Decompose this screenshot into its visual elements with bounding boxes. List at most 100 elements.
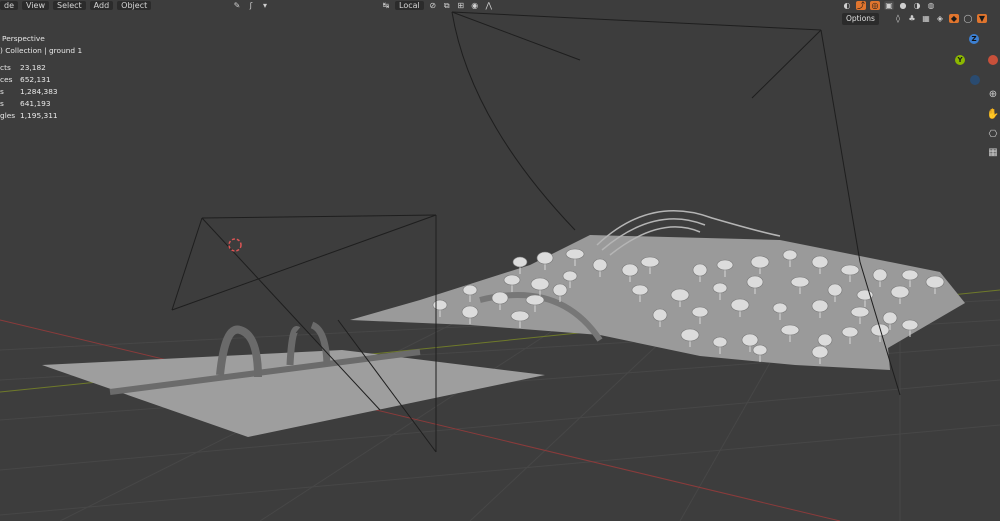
- shading-render-icon[interactable]: ◍: [926, 1, 936, 10]
- collection-label: ) Collection | ground 1: [0, 46, 83, 55]
- tree[interactable]: [461, 305, 479, 319]
- render-icon[interactable]: ◈: [935, 14, 945, 23]
- menu-object[interactable]: Object: [117, 0, 152, 10]
- tree[interactable]: [692, 263, 708, 277]
- orientation-icon: ↹: [382, 0, 390, 10]
- tree[interactable]: [811, 345, 829, 359]
- pivot-icon[interactable]: ⊘: [428, 1, 438, 10]
- tree[interactable]: [901, 319, 919, 331]
- tree[interactable]: [670, 288, 690, 302]
- snap-icon[interactable]: ⧉: [442, 1, 452, 10]
- tree[interactable]: [782, 249, 798, 261]
- tree[interactable]: [790, 276, 810, 288]
- tree[interactable]: [780, 324, 800, 336]
- tree[interactable]: [890, 285, 910, 299]
- pattern-icon[interactable]: ▦: [921, 14, 931, 23]
- tree[interactable]: [565, 248, 585, 260]
- tree-icon[interactable]: ♣: [907, 14, 917, 23]
- tree[interactable]: [746, 275, 764, 289]
- gizmo-z[interactable]: Z: [969, 34, 979, 44]
- tree[interactable]: [640, 256, 660, 268]
- tree[interactable]: [491, 291, 509, 305]
- tree[interactable]: [652, 308, 668, 322]
- tree[interactable]: [882, 311, 898, 325]
- stat-objects: cts 23,182: [0, 63, 46, 72]
- camera-icon[interactable]: ⎔: [986, 128, 1000, 142]
- mode-dropdown[interactable]: de: [0, 0, 18, 10]
- tree[interactable]: [510, 310, 530, 322]
- tree[interactable]: [716, 259, 734, 271]
- tree[interactable]: [772, 302, 788, 314]
- tree[interactable]: [621, 263, 639, 277]
- tree[interactable]: [730, 298, 750, 312]
- circle-icon[interactable]: ◯: [963, 14, 973, 23]
- tree[interactable]: [752, 344, 768, 356]
- gizmo-y[interactable]: Y: [955, 55, 965, 65]
- tree[interactable]: [680, 328, 700, 342]
- tree[interactable]: [811, 299, 829, 313]
- tree[interactable]: [840, 264, 860, 276]
- tree[interactable]: [525, 294, 545, 306]
- tree[interactable]: [562, 270, 578, 282]
- eyedropper-icon[interactable]: ✎: [232, 1, 242, 10]
- tree[interactable]: [872, 268, 888, 282]
- viewport-stats: Perspective ) Collection | ground 1 cts 2…: [0, 33, 82, 122]
- shield-icon[interactable]: ◆: [949, 13, 959, 23]
- gizmo-neg-z[interactable]: [970, 75, 980, 85]
- falloff-icon[interactable]: ⋀: [484, 1, 494, 10]
- tree[interactable]: [741, 333, 759, 347]
- menu-view[interactable]: View: [22, 0, 49, 10]
- tree[interactable]: [691, 306, 709, 318]
- hand-icon[interactable]: ✋: [986, 108, 1000, 122]
- zoom-icon[interactable]: ⊕: [986, 88, 1000, 102]
- options-button[interactable]: Options: [842, 13, 879, 25]
- stat-edges: s 1,284,383: [0, 87, 58, 96]
- orientation-dropdown[interactable]: Local: [395, 0, 424, 10]
- menu-select[interactable]: Select: [52, 0, 86, 10]
- tree[interactable]: [462, 284, 478, 296]
- scene-view[interactable]: [0, 0, 1000, 521]
- funnel-icon[interactable]: ▼: [977, 13, 987, 23]
- filter-row: ◊ ♣ ▦ ◈ ◆ ◯ ▼: [893, 13, 987, 23]
- tree[interactable]: [901, 269, 919, 281]
- stat-vertices: ces 652,131: [0, 75, 51, 84]
- tree[interactable]: [811, 255, 829, 269]
- visibility-icon[interactable]: ◐: [842, 1, 852, 10]
- curve-icon[interactable]: ʃ: [246, 1, 256, 10]
- view-label: Perspective: [2, 34, 45, 43]
- tree[interactable]: [536, 251, 554, 265]
- drop-icon[interactable]: ◊: [893, 14, 903, 23]
- tree[interactable]: [631, 284, 649, 296]
- tree[interactable]: [712, 282, 728, 294]
- tree[interactable]: [552, 283, 568, 297]
- snap-target-icon[interactable]: ⊞: [456, 1, 466, 10]
- stat-faces: s 641,193: [0, 99, 51, 108]
- shading-material-icon[interactable]: ◑: [912, 1, 922, 10]
- grid-icon[interactable]: ▦: [986, 146, 1000, 160]
- tree[interactable]: [503, 274, 521, 286]
- tree[interactable]: [432, 299, 448, 311]
- 3d-viewport[interactable]: de View Select Add Object ✎ ʃ ▾ ↹ Local …: [0, 0, 1000, 521]
- tree[interactable]: [530, 277, 550, 291]
- menu-add[interactable]: Add: [89, 0, 114, 10]
- tree[interactable]: [827, 283, 843, 297]
- tree[interactable]: [750, 255, 770, 269]
- header-center: ↹ Local ⊘ ⧉ ⊞ ◉ ⋀: [381, 0, 494, 10]
- tree[interactable]: [817, 333, 833, 347]
- tree[interactable]: [841, 326, 859, 338]
- xray-icon[interactable]: ▣: [884, 0, 894, 10]
- gizmo-toggle-icon[interactable]: ⤴: [856, 0, 866, 10]
- header-left: de View Select Add Object: [0, 0, 152, 10]
- tree[interactable]: [850, 306, 870, 318]
- shading-solid-icon[interactable]: ●: [898, 1, 908, 10]
- tree[interactable]: [592, 258, 608, 272]
- tree[interactable]: [712, 336, 728, 348]
- overlay-toggle-icon[interactable]: ◎: [870, 0, 880, 10]
- header-tools: ✎ ʃ ▾: [232, 0, 270, 10]
- gizmo-x[interactable]: [988, 55, 998, 65]
- tree[interactable]: [925, 275, 945, 289]
- tree[interactable]: [512, 256, 528, 268]
- chevron-down-icon[interactable]: ▾: [260, 1, 270, 10]
- stat-triangles: gles 1,195,311: [0, 111, 58, 120]
- proportional-icon[interactable]: ◉: [470, 1, 480, 10]
